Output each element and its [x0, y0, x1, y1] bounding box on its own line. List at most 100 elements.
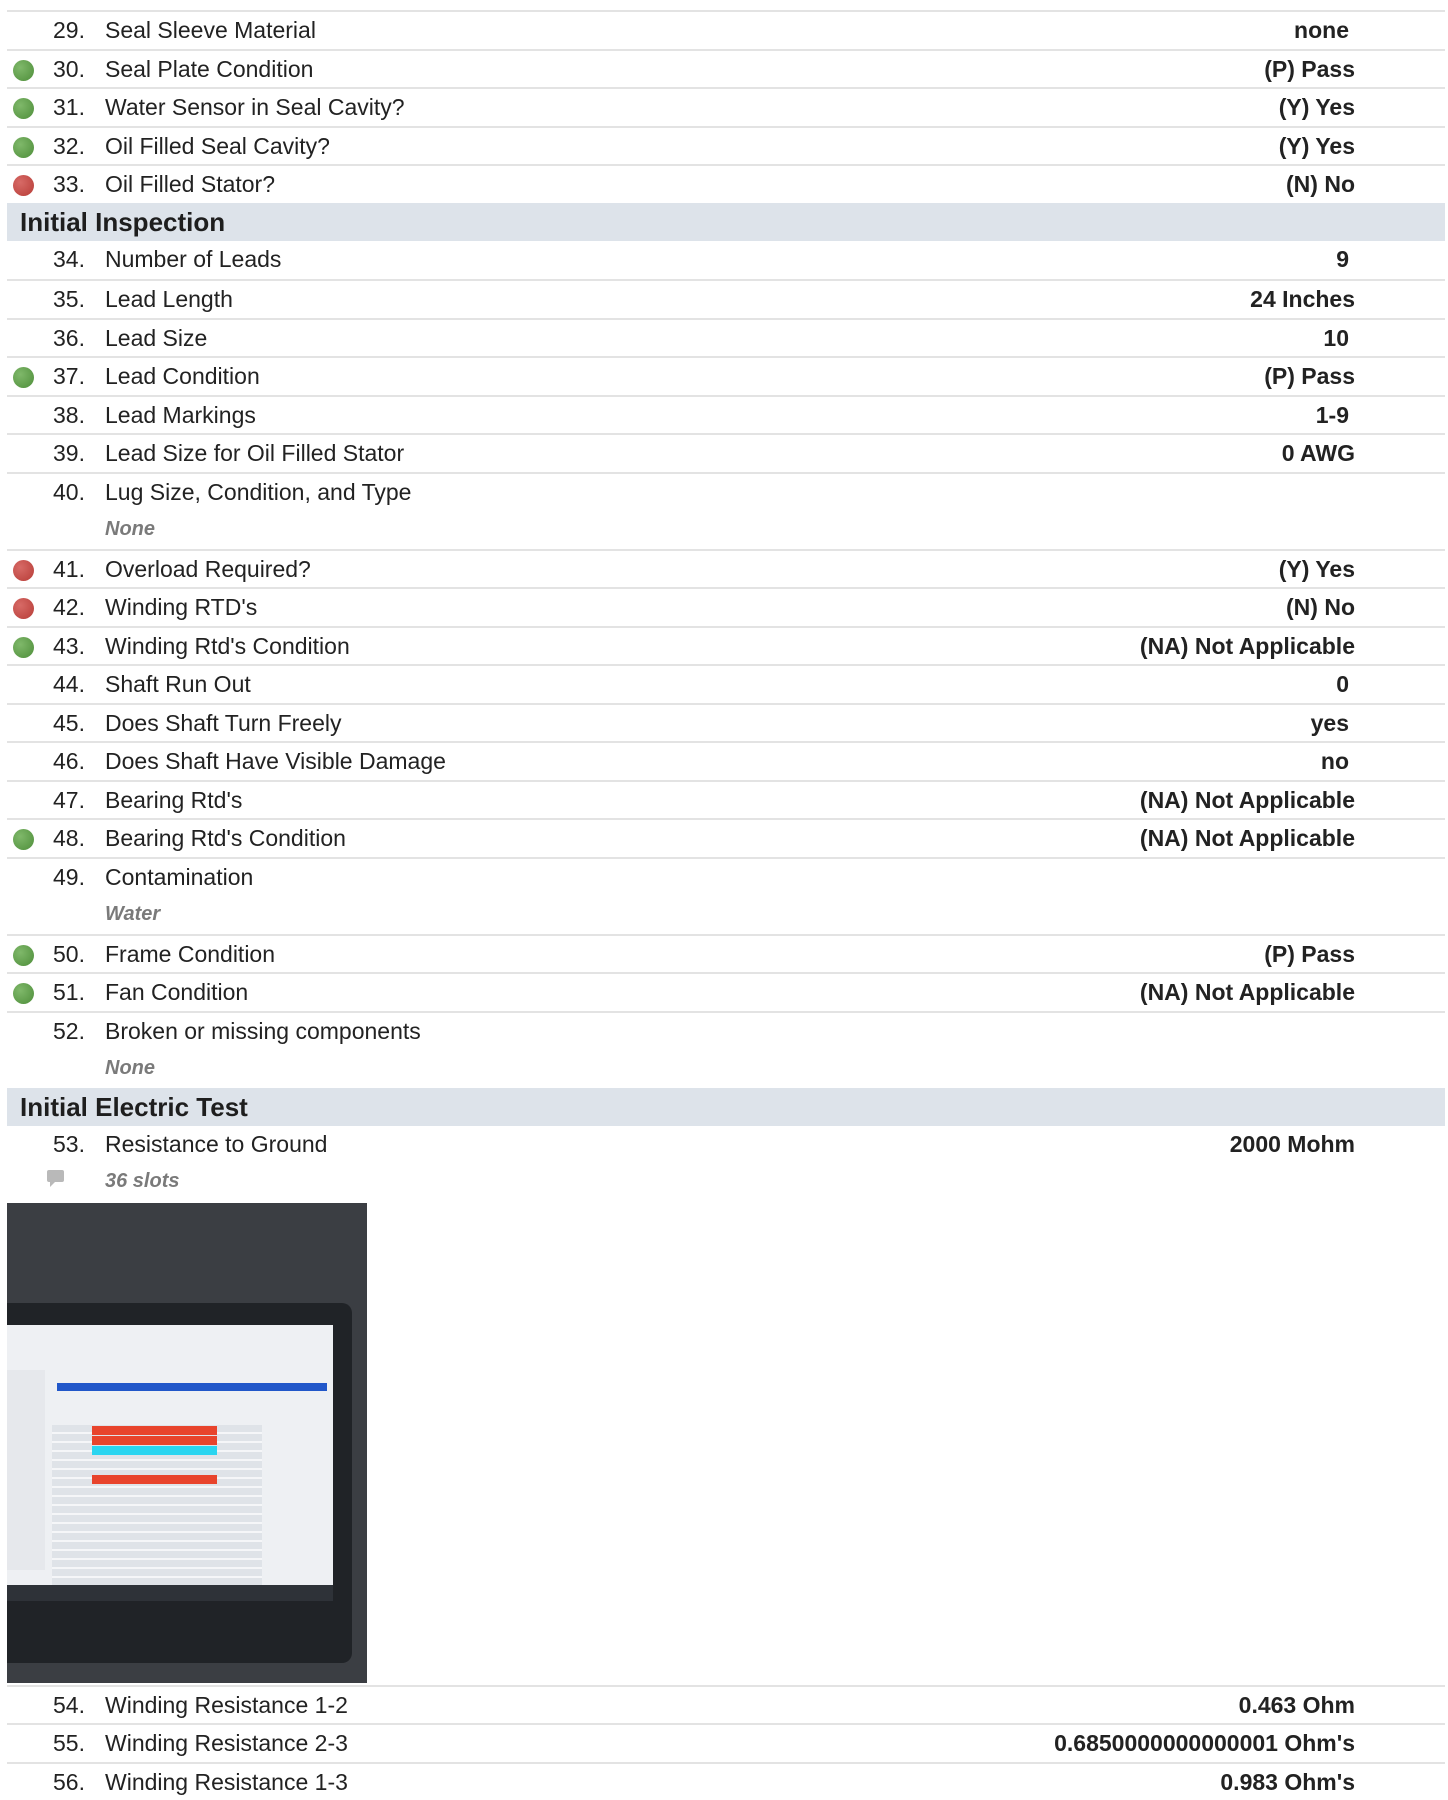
item-value: no — [1321, 748, 1349, 775]
item-label: Number of Leads — [105, 246, 281, 273]
item-label: Broken or missing components — [105, 1018, 421, 1045]
fail-status-icon — [13, 560, 34, 581]
item-label: Contamination — [105, 864, 253, 891]
item-value: (P) Pass — [1264, 56, 1355, 83]
item-label: Does Shaft Have Visible Damage — [105, 748, 446, 775]
item-value: (P) Pass — [1264, 363, 1355, 390]
monitor-screen — [7, 1325, 333, 1598]
item-label: Lead Markings — [105, 402, 256, 429]
item-value: 0.983 Ohm's — [1220, 1769, 1355, 1796]
item-value: (NA) Not Applicable — [1140, 787, 1355, 814]
item-value: 24 Inches — [1250, 286, 1355, 313]
item-number: 31. — [43, 94, 85, 121]
fail-status-icon — [13, 598, 34, 619]
item-value: 0 AWG — [1282, 440, 1355, 467]
item-label: Winding Rtd's Condition — [105, 633, 350, 660]
item-39: 39. Lead Size for Oil Filled Stator 0 AW… — [7, 433, 1445, 472]
item-49: 49. Contamination Water — [7, 857, 1445, 934]
item-number: 39. — [43, 440, 85, 467]
screen-red-cells — [92, 1436, 217, 1445]
item-31: 31. Water Sensor in Seal Cavity? (Y) Yes — [7, 87, 1445, 126]
item-55: 55. Winding Resistance 2-3 0.68500000000… — [7, 1723, 1445, 1762]
screen-taskbar — [7, 1585, 333, 1601]
item-33: 33. Oil Filled Stator? (N) No — [7, 164, 1445, 203]
item-number: 42. — [43, 594, 85, 621]
item-46: 46. Does Shaft Have Visible Damage no — [7, 741, 1445, 780]
item-value: (NA) Not Applicable — [1140, 979, 1355, 1006]
item-note: None — [105, 518, 155, 541]
item-number: 38. — [43, 402, 85, 429]
item-number: 45. — [43, 710, 85, 737]
item-number: 52. — [43, 1018, 85, 1045]
item-label: Winding Resistance 2-3 — [105, 1730, 348, 1757]
item-value: 2000 Mohm — [1230, 1131, 1355, 1158]
item-43: 43. Winding Rtd's Condition (NA) Not App… — [7, 626, 1445, 665]
item-label: Bearing Rtd's — [105, 787, 242, 814]
item-35: 35. Lead Length 24 Inches — [7, 279, 1445, 318]
item-label: Lead Condition — [105, 363, 260, 390]
item-comment: 36 slots — [105, 1170, 179, 1193]
item-value: (Y) Yes — [1279, 556, 1355, 583]
item-value: (Y) Yes — [1279, 94, 1355, 121]
item-label: Overload Required? — [105, 556, 311, 583]
item-number: 37. — [43, 363, 85, 390]
item-30: 30. Seal Plate Condition (P) Pass — [7, 49, 1445, 88]
item-47: 47. Bearing Rtd's (NA) Not Applicable — [7, 780, 1445, 819]
item-label: Bearing Rtd's Condition — [105, 825, 346, 852]
item-label: Resistance to Ground — [105, 1131, 327, 1158]
pass-status-icon — [13, 945, 34, 966]
item-number: 41. — [43, 556, 85, 583]
item-value: (NA) Not Applicable — [1140, 825, 1355, 852]
item-label: Lead Size — [105, 325, 207, 352]
item-number: 32. — [43, 133, 85, 160]
comment-icon — [47, 1170, 64, 1182]
item-label: Winding Resistance 1-2 — [105, 1692, 348, 1719]
item-number: 43. — [43, 633, 85, 660]
item-32: 32. Oil Filled Seal Cavity? (Y) Yes — [7, 126, 1445, 165]
item-number: 40. — [43, 479, 85, 506]
screen-cyan-cells — [92, 1446, 217, 1455]
item-value: 1-9 — [1316, 402, 1349, 429]
section-header-initial-electric-test: Initial Electric Test — [7, 1088, 1445, 1126]
monitor-frame — [7, 1303, 352, 1663]
item-value: 10 — [1323, 325, 1349, 352]
item-label: Fan Condition — [105, 979, 248, 1006]
item-value: 9 — [1336, 246, 1349, 273]
screen-sidebar — [7, 1370, 45, 1570]
item-label: Oil Filled Seal Cavity? — [105, 133, 330, 160]
item-37: 37. Lead Condition (P) Pass — [7, 356, 1445, 395]
item-label: Seal Plate Condition — [105, 56, 313, 83]
item-label: Shaft Run Out — [105, 671, 251, 698]
photo-attachment-row — [7, 1203, 1445, 1685]
item-value: (N) No — [1286, 594, 1355, 621]
item-number: 53. — [43, 1131, 85, 1158]
item-label: Seal Sleeve Material — [105, 17, 316, 44]
item-29: 29. Seal Sleeve Material none — [7, 10, 1445, 49]
item-label: Frame Condition — [105, 941, 275, 968]
item-56: 56. Winding Resistance 1-3 0.983 Ohm's — [7, 1762, 1445, 1800]
item-label: Water Sensor in Seal Cavity? — [105, 94, 405, 121]
item-label: Lead Length — [105, 286, 233, 313]
screen-red-cells — [92, 1426, 217, 1435]
item-48: 48. Bearing Rtd's Condition (NA) Not App… — [7, 818, 1445, 857]
test-screen-photo[interactable] — [7, 1203, 367, 1683]
item-number: 51. — [43, 979, 85, 1006]
item-value: yes — [1311, 710, 1349, 737]
item-number: 47. — [43, 787, 85, 814]
item-44: 44. Shaft Run Out 0 — [7, 664, 1445, 703]
item-52: 52. Broken or missing components None — [7, 1011, 1445, 1088]
screen-selected-row — [57, 1383, 327, 1391]
item-number: 34. — [43, 246, 85, 273]
item-number: 29. — [43, 17, 85, 44]
item-label: Winding RTD's — [105, 594, 257, 621]
inspection-report: 29. Seal Sleeve Material none 30. Seal P… — [7, 10, 1445, 1800]
screen-red-cells — [92, 1475, 217, 1484]
item-40: 40. Lug Size, Condition, and Type None — [7, 472, 1445, 549]
item-38: 38. Lead Markings 1-9 — [7, 395, 1445, 434]
item-42: 42. Winding RTD's (N) No — [7, 587, 1445, 626]
item-number: 35. — [43, 286, 85, 313]
item-value: (Y) Yes — [1279, 133, 1355, 160]
item-number: 55. — [43, 1730, 85, 1757]
item-number: 56. — [43, 1769, 85, 1796]
item-value: 0.6850000000000001 Ohm's — [1054, 1730, 1355, 1757]
